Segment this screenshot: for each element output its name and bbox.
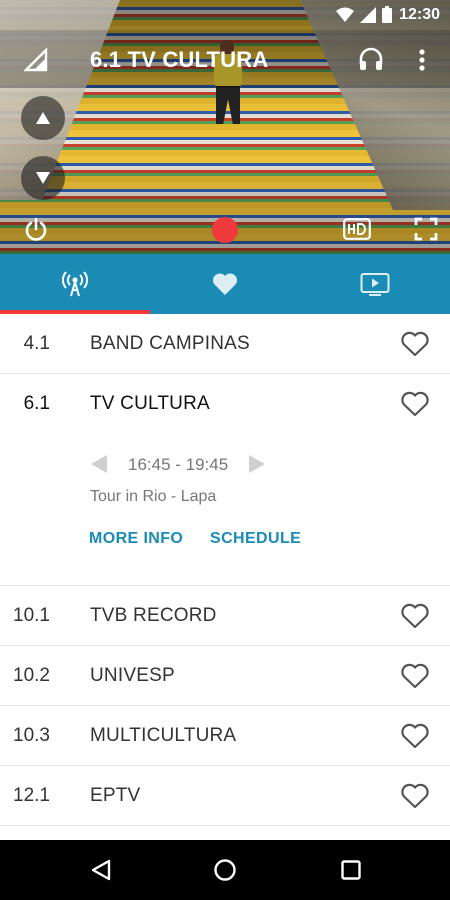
tab-favorites[interactable] — [150, 254, 300, 314]
channel-number: 12.1 — [13, 785, 50, 806]
navigation-bar — [0, 840, 450, 900]
channel-number: 4.1 — [23, 333, 50, 354]
heart-outline-icon[interactable] — [400, 782, 430, 810]
headphones-icon[interactable] — [356, 44, 386, 74]
channel-title: 6.1 TV CULTURA — [90, 47, 269, 72]
channel-number: 6.1 — [23, 393, 50, 414]
home-button[interactable] — [210, 855, 240, 885]
recents-button[interactable] — [336, 855, 366, 885]
channel-number: 10.2 — [13, 665, 50, 686]
channel-name: UNIVESP — [90, 665, 175, 686]
previous-program-icon[interactable] — [90, 454, 108, 474]
hd-icon — [343, 218, 371, 240]
next-program-icon[interactable] — [248, 454, 266, 474]
more-info-button[interactable]: MORE INFO — [89, 530, 183, 548]
channel-name: TVB RECORD — [90, 605, 217, 626]
home-circle-icon — [214, 859, 236, 881]
heart-outline-icon[interactable] — [400, 330, 430, 358]
triangle-up-icon — [36, 112, 50, 124]
broadcast-antenna-icon — [62, 271, 88, 297]
channel-name: MULTICULTURA — [90, 725, 237, 746]
channel-down-button[interactable] — [21, 156, 65, 200]
channel-row[interactable]: 10.2 UNIVESP — [0, 646, 450, 706]
channel-list: 4.1 BAND CAMPINAS 6.1 TV CULTURA 16:45 -… — [0, 314, 450, 826]
hd-toggle-button[interactable] — [342, 215, 372, 243]
schedule-button[interactable]: SCHEDULE — [210, 530, 301, 548]
tv-play-icon — [360, 273, 390, 296]
fullscreen-button[interactable] — [412, 215, 440, 243]
channel-name: EPTV — [90, 785, 141, 806]
status-bar: 12:30 — [0, 0, 450, 30]
power-button[interactable] — [21, 215, 51, 245]
channel-row-expanded[interactable]: 6.1 TV CULTURA 16:45 - 19:45 Tour in Rio… — [0, 374, 450, 586]
channel-number: 10.1 — [13, 605, 50, 626]
fullscreen-icon — [414, 217, 438, 241]
more-options-icon[interactable] — [412, 46, 432, 74]
cellular-signal-icon — [360, 6, 376, 23]
back-triangle-icon — [91, 859, 111, 881]
heart-outline-icon[interactable] — [400, 390, 430, 418]
program-time: 16:45 - 19:45 — [128, 455, 229, 474]
channel-row[interactable]: 10.3 MULTICULTURA — [0, 706, 450, 766]
program-title: Tour in Rio - Lapa — [90, 488, 217, 505]
heart-outline-icon[interactable] — [400, 722, 430, 750]
signal-strength-icon[interactable] — [22, 46, 50, 74]
title-bar: 6.1 TV CULTURA — [0, 30, 450, 88]
power-icon — [25, 217, 47, 241]
recents-square-icon — [341, 860, 361, 880]
back-button[interactable] — [86, 855, 116, 885]
channel-row[interactable]: 10.1 TVB RECORD — [0, 586, 450, 646]
program-navigator: 16:45 - 19:45 — [90, 450, 280, 478]
channel-number: 10.3 — [13, 725, 50, 746]
video-player[interactable]: 12:30 6.1 TV CULTURA — [0, 0, 450, 254]
channel-name: TV CULTURA — [90, 393, 210, 414]
record-button[interactable] — [212, 217, 238, 243]
wifi-icon — [336, 7, 354, 22]
channel-name: BAND CAMPINAS — [90, 333, 250, 354]
tab-recordings[interactable] — [300, 254, 450, 314]
triangle-down-icon — [36, 172, 50, 184]
battery-icon — [382, 6, 392, 23]
channel-row[interactable]: 4.1 BAND CAMPINAS — [0, 314, 450, 374]
tab-bar — [0, 254, 450, 314]
heart-outline-icon[interactable] — [400, 602, 430, 630]
status-time: 12:30 — [399, 6, 440, 23]
channel-row[interactable]: 12.1 EPTV — [0, 766, 450, 826]
heart-outline-icon[interactable] — [400, 662, 430, 690]
tab-live[interactable] — [0, 254, 150, 314]
heart-icon — [212, 273, 238, 295]
channel-up-button[interactable] — [21, 96, 65, 140]
